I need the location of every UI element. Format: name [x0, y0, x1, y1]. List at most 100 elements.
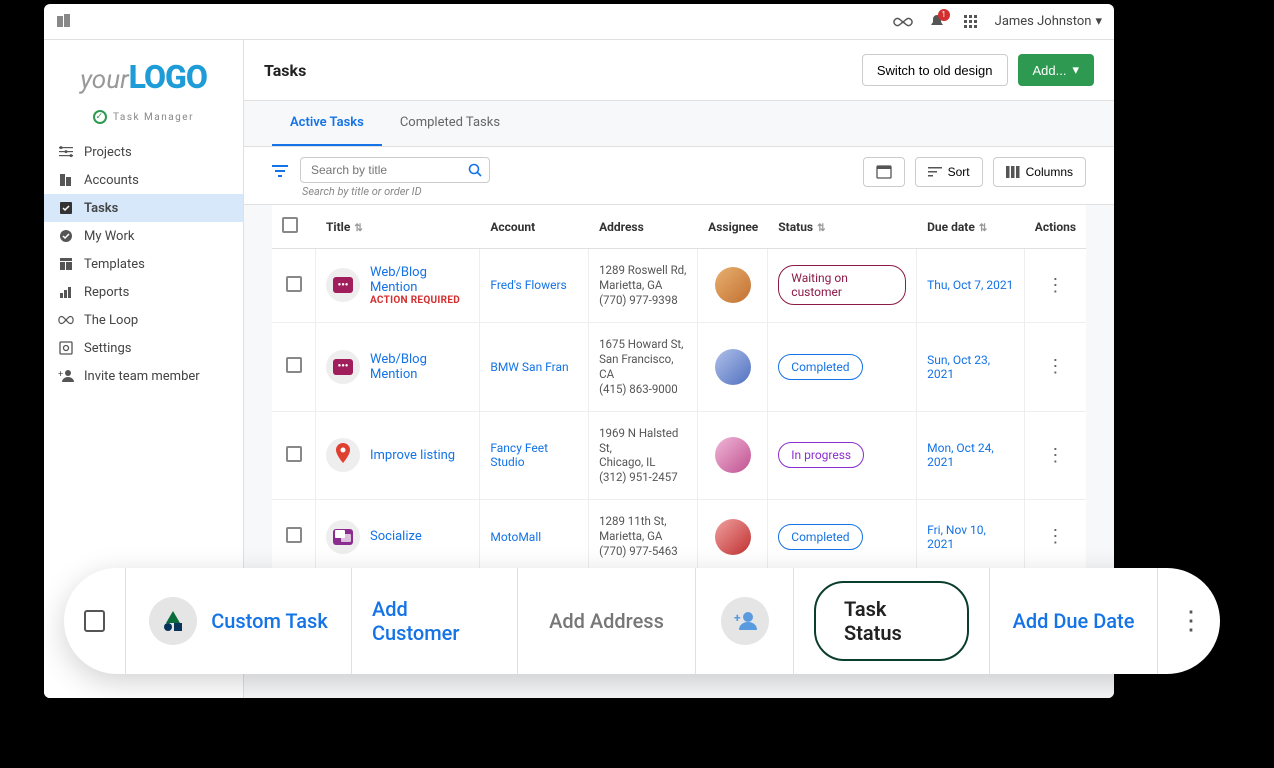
mywork-icon [58, 228, 74, 244]
filter-icon[interactable] [272, 157, 288, 182]
infinity-icon[interactable] [893, 12, 913, 32]
account-link[interactable]: MotoMall [490, 530, 541, 544]
sidebar-item-mywork[interactable]: My Work [44, 222, 243, 250]
task-status-pill[interactable]: Task Status [814, 581, 969, 661]
col-actions: Actions [1025, 205, 1086, 249]
sort-button[interactable]: Sort [915, 157, 983, 187]
address-text: 1289 Roswell Rd,Marietta, GA(770) 977-93… [599, 263, 687, 308]
sidebar-item-projects[interactable]: Projects [44, 138, 243, 166]
due-date-link[interactable]: Fri, Nov 10, 2021 [927, 523, 986, 551]
add-assignee-icon[interactable]: + [721, 597, 769, 645]
sidebar-item-settings[interactable]: Settings [44, 334, 243, 362]
add-button[interactable]: Add... ▾ [1018, 54, 1095, 86]
row-checkbox[interactable] [84, 610, 105, 632]
due-date-link[interactable]: Thu, Oct 7, 2021 [927, 278, 1013, 292]
due-date-link[interactable]: Sun, Oct 23, 2021 [927, 353, 990, 381]
tab-active-tasks[interactable]: Active Tasks [272, 101, 382, 146]
custom-task-label[interactable]: Custom Task [211, 609, 328, 633]
task-title-link[interactable]: Socialize [370, 529, 422, 544]
select-all-checkbox[interactable] [282, 217, 298, 233]
col-address: Address [589, 205, 698, 249]
sort-arrows-icon[interactable]: ⇅ [979, 223, 987, 234]
sort-arrows-icon[interactable]: ⇅ [817, 223, 825, 234]
projects-icon [58, 144, 74, 160]
svg-text:+: + [58, 370, 63, 380]
status-badge[interactable]: In progress [778, 442, 864, 468]
sidebar-item-label: Tasks [84, 201, 118, 216]
account-link[interactable]: Fancy Feet Studio [490, 441, 548, 469]
sidebar-item-label: Invite team member [84, 369, 200, 384]
accounts-icon [58, 172, 74, 188]
sidebar-item-label: The Loop [84, 313, 138, 328]
account-link[interactable]: Fred's Flowers [490, 278, 566, 292]
content-header: Tasks Switch to old design Add... ▾ [244, 40, 1114, 101]
loop-icon [58, 312, 74, 328]
assignee-avatar[interactable] [715, 349, 751, 385]
task-type-icon [326, 438, 360, 472]
assignee-avatar[interactable] [715, 267, 751, 303]
apps-grid-icon[interactable] [961, 12, 981, 32]
sidebar-item-reports[interactable]: Reports [44, 278, 243, 306]
sidebar-item-invite[interactable]: + Invite team member [44, 362, 243, 390]
row-actions-icon[interactable]: ⋮ [1035, 275, 1076, 296]
row-actions-icon[interactable]: ⋮ [1035, 445, 1076, 466]
sort-arrows-icon[interactable]: ⇅ [354, 223, 362, 234]
tabs: Active TasksCompleted Tasks [244, 101, 1114, 147]
chevron-down-icon: ▾ [1095, 14, 1102, 29]
status-badge[interactable]: Completed [778, 354, 862, 380]
row-checkbox[interactable] [286, 446, 302, 462]
add-customer-label[interactable]: Add Customer [372, 597, 497, 645]
custom-task-icon [149, 597, 197, 645]
table-row: •••Web/Blog MentionACTION REQUIREDFred's… [272, 249, 1086, 323]
sidebar-item-accounts[interactable]: Accounts [44, 166, 243, 194]
tasks-icon [58, 200, 74, 216]
add-address-label[interactable]: Add Address [549, 609, 664, 633]
filter-row: Search by title or order ID Sort Columns [244, 147, 1114, 205]
user-menu[interactable]: James Johnston ▾ [995, 14, 1102, 29]
row-checkbox[interactable] [286, 357, 302, 373]
notifications-icon[interactable]: 1 [927, 12, 947, 32]
notification-badge: 1 [938, 9, 950, 21]
calendar-button[interactable] [863, 157, 905, 187]
row-checkbox[interactable] [286, 527, 302, 543]
add-due-date-label[interactable]: Add Due Date [1013, 609, 1135, 633]
tab-completed-tasks[interactable]: Completed Tasks [382, 101, 518, 146]
logo: yourLOGO [44, 40, 243, 102]
task-title-link[interactable]: Improve listing [370, 448, 455, 463]
account-link[interactable]: BMW San Fran [490, 360, 568, 374]
task-manager-label: ✓ Task Manager [44, 102, 243, 138]
assignee-avatar[interactable] [715, 519, 751, 555]
address-text: 1675 Howard St,San Francisco, CA(415) 86… [599, 337, 687, 397]
user-name: James Johnston [995, 14, 1092, 29]
assignee-avatar[interactable] [715, 437, 751, 473]
status-badge[interactable]: Waiting on customer [778, 265, 906, 305]
search-input[interactable] [300, 157, 490, 183]
col-due[interactable]: Due date [927, 220, 975, 234]
search-icon[interactable] [468, 162, 482, 181]
col-status[interactable]: Status [778, 220, 813, 234]
switch-design-button[interactable]: Switch to old design [862, 54, 1008, 86]
task-title-link[interactable]: Web/Blog Mention [370, 352, 427, 382]
floating-new-row: Custom Task Add Customer Add Address + T… [64, 568, 1220, 674]
due-date-link[interactable]: Mon, Oct 24, 2021 [927, 441, 994, 469]
sidebar-item-templates[interactable]: Templates [44, 250, 243, 278]
columns-button[interactable]: Columns [993, 157, 1086, 187]
task-title-link[interactable]: Web/Blog Mention [370, 265, 427, 295]
col-account: Account [480, 205, 589, 249]
sidebar-item-tasks[interactable]: Tasks [44, 194, 243, 222]
action-required-badge: ACTION REQUIRED [370, 295, 469, 306]
company-icon[interactable] [56, 12, 72, 32]
row-checkbox[interactable] [286, 276, 302, 292]
sidebar-item-label: Settings [84, 341, 131, 356]
row-actions-icon[interactable]: ⋮ [1035, 356, 1076, 377]
task-type-icon: ••• [326, 350, 360, 384]
page-title: Tasks [264, 61, 306, 80]
row-actions-icon[interactable]: ⋮ [1035, 526, 1076, 547]
status-badge[interactable]: Completed [778, 524, 862, 550]
sidebar-item-label: Projects [84, 145, 132, 160]
table-row: Improve listingFancy Feet Studio1969 N H… [272, 412, 1086, 501]
sidebar-item-loop[interactable]: The Loop [44, 306, 243, 334]
more-actions-icon[interactable]: ⋮ [1178, 606, 1204, 636]
col-title[interactable]: Title [326, 220, 350, 234]
sidebar-item-label: My Work [84, 229, 134, 244]
